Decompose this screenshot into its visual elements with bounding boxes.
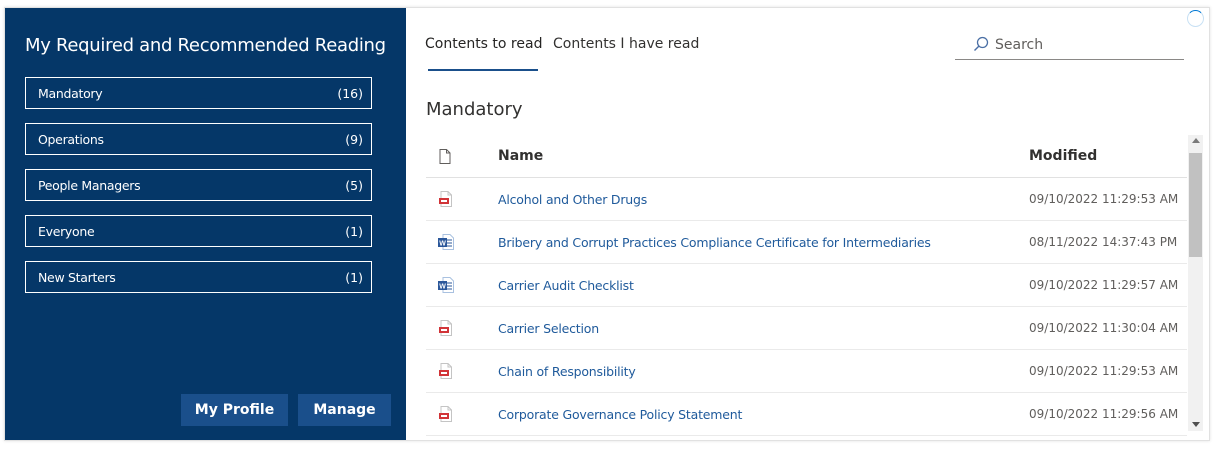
tab-contents-have-read[interactable]: Contents I have read (553, 36, 699, 52)
reading-sidebar: My Required and Recommended Reading Mand… (5, 8, 406, 440)
table-row[interactable]: Carrier Selection 09/10/2022 11:30:04 AM (426, 307, 1187, 350)
category-people-managers[interactable]: People Managers (5) (25, 169, 372, 201)
category-count: (1) (345, 270, 363, 285)
category-label: Mandatory (38, 86, 103, 101)
category-mandatory[interactable]: Mandatory (16) (25, 77, 372, 109)
section-title: Mandatory (426, 99, 523, 120)
word-file-icon: W (438, 234, 454, 250)
category-operations[interactable]: Operations (9) (25, 123, 372, 155)
document-link[interactable]: Bribery and Corrupt Practices Compliance… (498, 235, 931, 250)
modified-date: 09/10/2022 11:29:57 AM (1029, 278, 1179, 292)
sidebar-title: My Required and Recommended Reading (25, 35, 386, 56)
table-header: Name Modified (426, 135, 1187, 178)
table-row[interactable]: W Carrier Audit Checklist 09/10/2022 11:… (426, 264, 1187, 307)
column-header-name[interactable]: Name (498, 148, 543, 164)
document-link[interactable]: Carrier Audit Checklist (498, 278, 634, 293)
search-box (955, 32, 1184, 60)
word-file-icon: W (438, 277, 454, 293)
category-count: (9) (345, 132, 363, 147)
modified-date: 09/10/2022 11:29:53 AM (1029, 364, 1179, 378)
pdf-file-icon (439, 363, 452, 379)
manage-button[interactable]: Manage (298, 394, 391, 426)
document-link[interactable]: Corporate Governance Policy Statement (498, 407, 742, 422)
modified-date: 08/11/2022 14:37:43 PM (1029, 235, 1178, 249)
category-label: New Starters (38, 270, 116, 285)
svg-text:W: W (439, 241, 446, 248)
category-list: Mandatory (16) Operations (9) People Man… (25, 77, 372, 307)
category-everyone[interactable]: Everyone (1) (25, 215, 372, 247)
table-row[interactable]: Chain of Responsibility 09/10/2022 11:29… (426, 350, 1187, 393)
category-label: People Managers (38, 178, 141, 193)
scroll-up-arrow-icon[interactable] (1192, 138, 1200, 143)
scrollbar-thumb[interactable] (1189, 153, 1202, 257)
pdf-file-icon (439, 191, 452, 207)
file-type-header-icon[interactable] (439, 149, 451, 164)
category-new-starters[interactable]: New Starters (1) (25, 261, 372, 293)
modified-date: 09/10/2022 11:29:53 AM (1029, 192, 1179, 206)
column-header-modified[interactable]: Modified (1029, 148, 1097, 164)
document-link[interactable]: Carrier Selection (498, 321, 599, 336)
search-icon (974, 36, 989, 51)
category-label: Operations (38, 132, 104, 147)
pdf-file-icon (439, 320, 452, 336)
table-row[interactable]: Corporate Governance Policy Statement 09… (426, 393, 1187, 436)
table-row[interactable]: W Bribery and Corrupt Practices Complian… (426, 221, 1187, 264)
documents-table: Name Modified Alcohol and Other Drugs 09… (426, 135, 1187, 436)
modified-date: 09/10/2022 11:29:56 AM (1029, 407, 1179, 421)
pdf-file-icon (439, 406, 452, 422)
my-profile-button[interactable]: My Profile (181, 394, 288, 426)
search-input[interactable] (995, 34, 1175, 56)
category-count: (16) (337, 86, 363, 101)
document-link[interactable]: Alcohol and Other Drugs (498, 192, 647, 207)
svg-text:W: W (439, 284, 446, 291)
category-label: Everyone (38, 224, 95, 239)
table-scrollbar[interactable] (1188, 135, 1203, 431)
tab-contents-to-read[interactable]: Contents to read (425, 36, 542, 71)
table-row[interactable]: Alcohol and Other Drugs 09/10/2022 11:29… (426, 178, 1187, 221)
category-count: (1) (345, 224, 363, 239)
loading-spinner-icon (1187, 10, 1204, 27)
category-count: (5) (345, 178, 363, 193)
modified-date: 09/10/2022 11:30:04 AM (1029, 321, 1179, 335)
document-link[interactable]: Chain of Responsibility (498, 364, 636, 379)
scroll-down-arrow-icon[interactable] (1192, 422, 1200, 427)
